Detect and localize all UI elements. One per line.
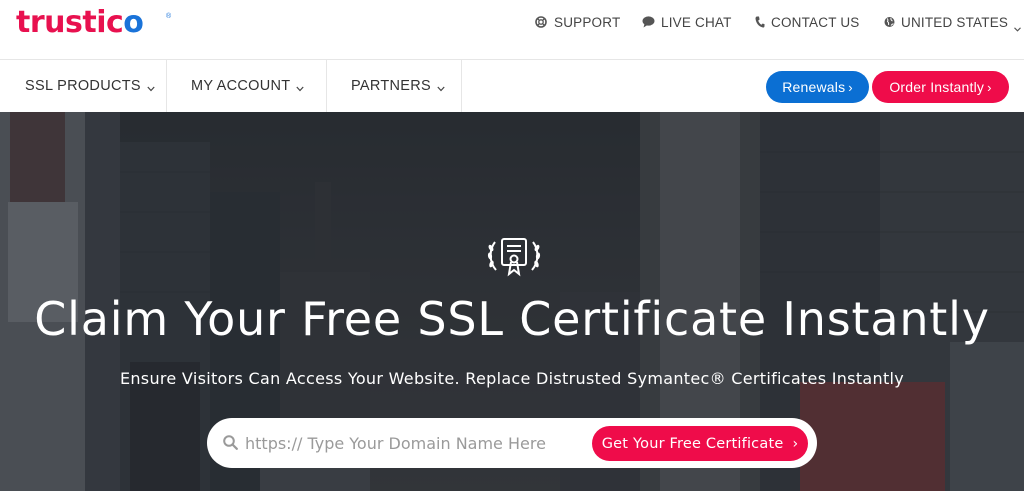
get-free-certificate-label: Get Your Free Certificate: [601, 435, 784, 452]
chevron-down-icon: [296, 80, 305, 92]
lifebuoy-icon: [535, 16, 547, 28]
chevron-down-icon: [1014, 20, 1021, 32]
country-label: UNITED STATES: [901, 14, 1009, 30]
main-nav: SSL PRODUCTS MY ACCOUNT PARTNERS: [0, 60, 1024, 112]
nav-my-account-label: MY ACCOUNT: [191, 78, 291, 94]
chat-bubble-icon: [642, 16, 655, 28]
order-instantly-label: Order Instantly: [889, 79, 985, 95]
get-free-certificate-button[interactable]: Get Your Free Certificate ›: [592, 426, 808, 461]
chevron-down-icon: [147, 80, 155, 92]
country-selector[interactable]: UNITED STATES: [884, 14, 1021, 32]
nav-ssl-products-label: SSL PRODUCTS: [25, 78, 141, 94]
nav-ssl-products[interactable]: SSL PRODUCTS: [0, 60, 167, 112]
renewals-button[interactable]: Renewals ›: [766, 71, 869, 103]
domain-name-input[interactable]: [245, 428, 585, 458]
trustico-logo[interactable]: trustico ®: [16, 5, 172, 40]
certificate-award-icon: [486, 232, 542, 280]
chevron-down-icon: [437, 80, 445, 92]
hero-title: Claim Your Free SSL Certificate Instantl…: [34, 292, 990, 346]
phone-icon: [755, 16, 765, 28]
globe-icon: [884, 16, 895, 28]
contact-us-link[interactable]: CONTACT US: [755, 14, 860, 30]
top-bar: trustico ® SUPPORT LIVE CHAT CONTACT US …: [0, 0, 1024, 60]
support-link[interactable]: SUPPORT: [535, 14, 620, 30]
renewals-label: Renewals: [782, 79, 846, 95]
nav-partners[interactable]: PARTNERS: [326, 60, 462, 112]
contact-us-label: CONTACT US: [771, 14, 860, 30]
domain-search-form: Get Your Free Certificate ›: [207, 418, 817, 468]
logo-registered-mark: ®: [166, 13, 172, 20]
hero-subtitle: Ensure Visitors Can Access Your Website.…: [119, 369, 905, 388]
nav-my-account[interactable]: MY ACCOUNT: [166, 60, 327, 112]
nav-partners-label: PARTNERS: [351, 78, 432, 94]
hero-banner: Claim Your Free SSL Certificate Instantl…: [0, 112, 1024, 491]
chevron-right-icon: ›: [792, 435, 799, 452]
support-label: SUPPORT: [554, 14, 621, 30]
live-chat-link[interactable]: LIVE CHAT: [642, 14, 732, 30]
logo-wordmark: trustico: [16, 5, 144, 40]
chevron-right-icon: ›: [848, 79, 853, 95]
order-instantly-button[interactable]: Order Instantly ›: [872, 71, 1009, 103]
chevron-right-icon: ›: [987, 79, 992, 95]
live-chat-label: LIVE CHAT: [661, 14, 732, 30]
search-icon: [223, 435, 238, 450]
